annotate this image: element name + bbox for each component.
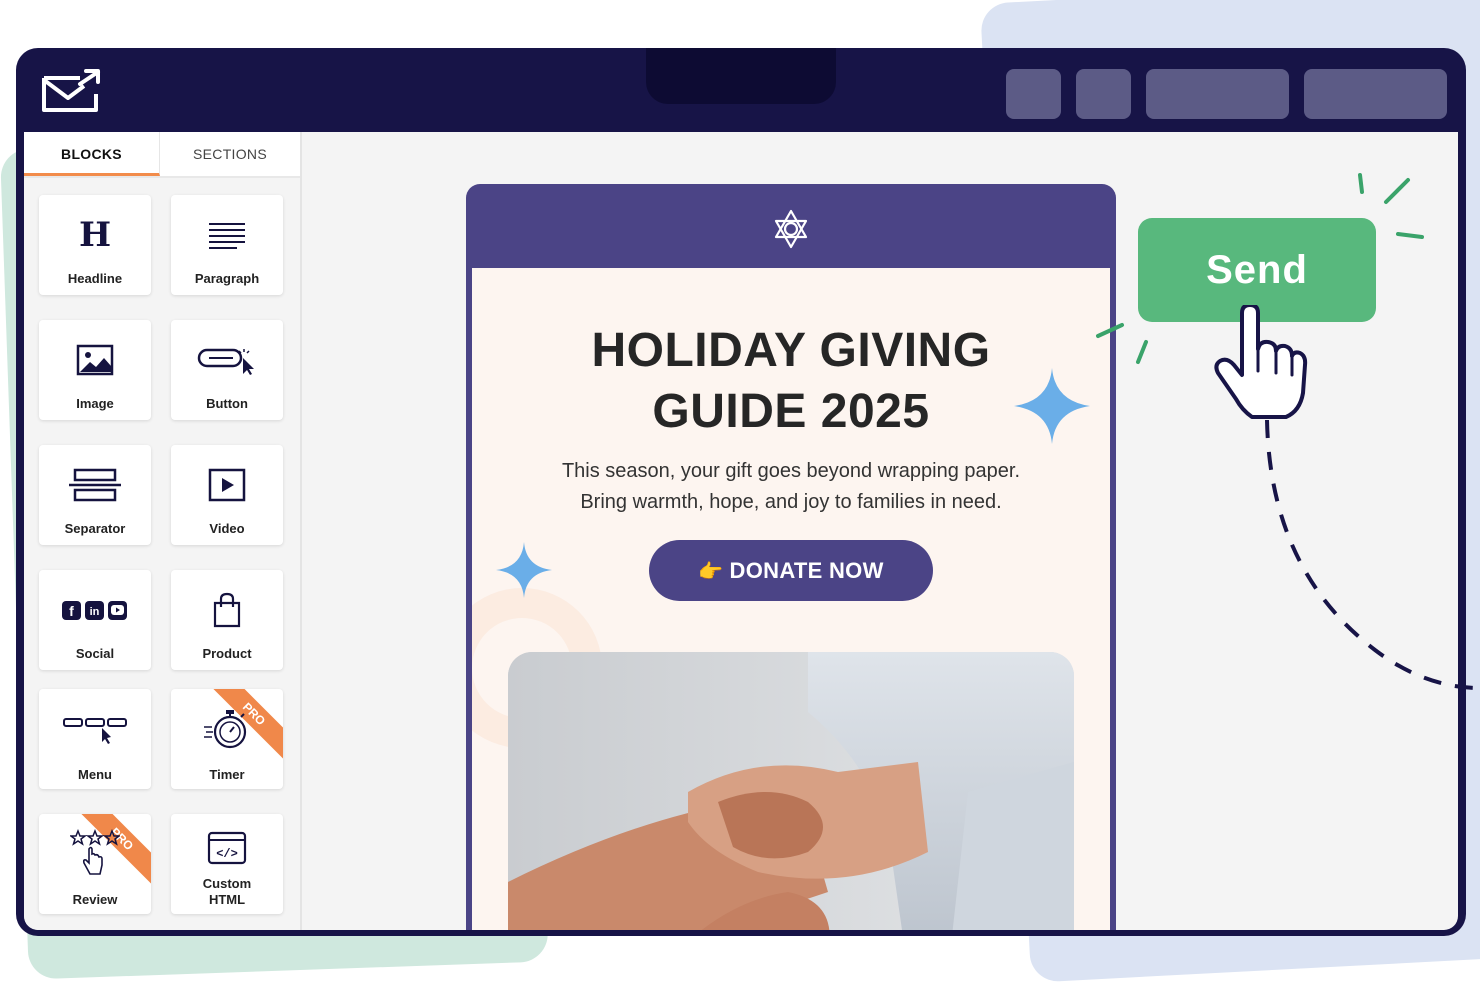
tab-sections[interactable]: SECTIONS (160, 132, 300, 176)
sparkle-icon-large (1014, 368, 1090, 444)
menu-icon (63, 718, 127, 744)
block-label: Menu (78, 767, 112, 782)
photo-illustration (508, 652, 1074, 930)
image-icon (76, 344, 114, 376)
paragraph-icon (209, 223, 245, 249)
email-subtext: This season, your gift goes beyond wrapp… (502, 456, 1080, 518)
block-timer[interactable]: PRO Timer (171, 689, 283, 789)
toolbar-button-4[interactable] (1304, 69, 1447, 119)
block-label: Button (206, 396, 248, 411)
block-custom-html[interactable]: </> Custom HTML (171, 814, 283, 914)
donate-button-label: DONATE NOW (729, 558, 884, 583)
stopwatch-icon (204, 710, 247, 749)
block-video[interactable]: Video (171, 445, 283, 545)
toolbar-button-1[interactable] (1006, 69, 1061, 119)
email-preview: HOLIDAY GIVING GUIDE 2025 This season, yo… (466, 184, 1116, 930)
mail-send-icon[interactable] (40, 68, 102, 116)
block-label: Paragraph (194, 271, 260, 286)
block-label: Timer (209, 767, 245, 782)
tab-blocks[interactable]: BLOCKS (24, 132, 160, 176)
block-product[interactable]: Product (171, 570, 283, 670)
email-subtext-line1: This season, your gift goes beyond wrapp… (561, 460, 1021, 482)
block-label: Product (202, 646, 252, 661)
star-of-david-icon (774, 209, 808, 249)
block-menu[interactable]: Menu (39, 689, 151, 789)
button-icon (197, 348, 254, 375)
headline-icon: H (78, 215, 112, 255)
holding-hands-photo (508, 652, 1074, 930)
blocks-sidebar: BLOCKS SECTIONS H Headline Paragraph Ima… (24, 132, 302, 930)
video-icon (208, 468, 246, 502)
block-label-line2: HTML (208, 892, 246, 907)
email-subtext-line2: Bring warmth, hope, and joy to families … (580, 491, 1002, 513)
block-button[interactable]: Button (171, 320, 283, 420)
block-headline[interactable]: H Headline (39, 195, 151, 295)
svg-text:f: f (69, 603, 74, 619)
shopping-bag-icon (213, 592, 241, 628)
block-paragraph[interactable]: Paragraph (171, 195, 283, 295)
top-bar (16, 48, 1466, 132)
code-icon: </> (207, 831, 247, 865)
block-label: Headline (67, 271, 123, 286)
sidebar-tabs: BLOCKS SECTIONS (24, 132, 300, 178)
block-image[interactable]: Image (39, 320, 151, 420)
pointing-hand-icon: 👉 (698, 561, 724, 583)
dashed-path (1265, 420, 1480, 690)
block-review[interactable]: PRO Review (39, 814, 151, 914)
block-separator[interactable]: Separator (39, 445, 151, 545)
window-notch (646, 48, 836, 104)
block-label: Review (72, 892, 118, 907)
block-label: Separator (64, 521, 126, 536)
svg-text:</>: </> (216, 847, 238, 861)
social-icon: f in (62, 601, 127, 620)
toolbar-button-2[interactable] (1076, 69, 1131, 119)
block-label: Image (76, 396, 114, 411)
block-label: Video (209, 521, 245, 536)
hand-pointer-icon (1214, 305, 1308, 419)
block-social[interactable]: f in Social (39, 570, 151, 670)
sparkle-icon-small (496, 542, 552, 598)
donate-button[interactable]: 👉 DONATE NOW (649, 540, 933, 601)
separator-icon (69, 468, 121, 502)
review-stars-icon (70, 829, 120, 875)
block-label: Social (75, 646, 115, 661)
svg-text:in: in (90, 606, 100, 618)
toolbar-button-3[interactable] (1146, 69, 1289, 119)
block-label-line1: Custom (202, 876, 252, 891)
